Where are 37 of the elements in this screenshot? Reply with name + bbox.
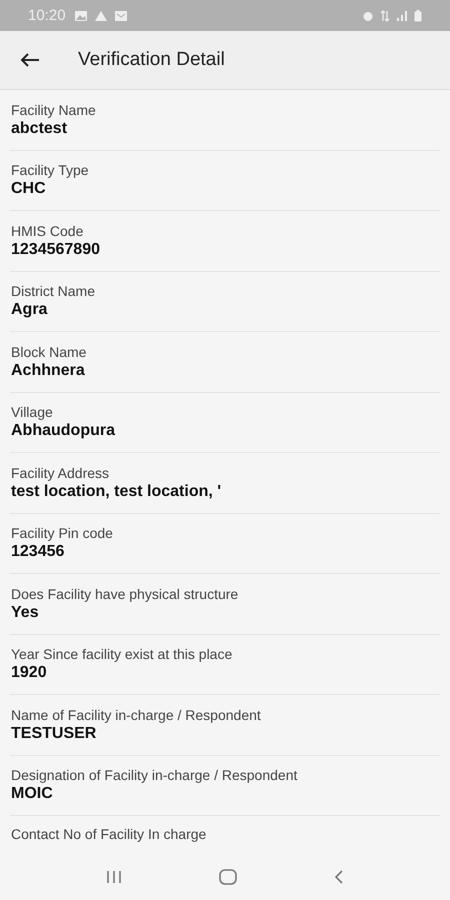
field-label: HMIS Code (11, 222, 84, 239)
field-label: Facility Address (11, 464, 110, 481)
field-label: Year Since facility exist at this place (11, 646, 234, 662)
clock-time: 10:20 (28, 7, 66, 24)
field-value: 1920 (11, 664, 48, 682)
field-value: TESTUSER (11, 724, 98, 743)
field-label: Village (11, 404, 54, 420)
mail-icon (114, 10, 128, 22)
warning-icon (94, 10, 108, 22)
battery-icon (414, 10, 422, 22)
data-arrows-icon (380, 10, 390, 22)
recent-apps-icon[interactable] (105, 869, 123, 885)
field-label: Block Name (11, 344, 88, 360)
field-value: abctest (11, 120, 68, 138)
field-value: Abhaudopura (11, 422, 116, 440)
field-label: Facility Type (11, 162, 90, 178)
back-icon[interactable] (333, 869, 345, 885)
back-arrow-icon (20, 52, 40, 68)
field-value: CHC (11, 180, 47, 198)
field-value: Achhnera (11, 362, 86, 380)
image-icon (74, 10, 88, 22)
field-label: District Name (11, 283, 96, 300)
signal-icon (396, 10, 408, 22)
field-value: 123456 (11, 543, 66, 562)
screen-title: Verification Detail (78, 49, 225, 71)
field-value: Yes (11, 604, 40, 622)
field-label: Does Facility have physical structure (11, 586, 240, 602)
field-value: 1234567890 (11, 240, 101, 259)
home-icon[interactable] (219, 869, 237, 885)
field-label: Facility Pin code (11, 525, 114, 542)
field-value: MOIC (11, 785, 54, 804)
field-label: Designation of Facility in-charge / Respondent (11, 767, 298, 784)
field-value: Agra (11, 301, 48, 320)
field-value: test location, test location, ' (11, 482, 222, 501)
field-label: Facility Name (11, 102, 97, 118)
field-label: Name of Facility in-charge / Respondent (11, 706, 262, 723)
field-label: Contact No of Facility In charge (11, 826, 208, 842)
